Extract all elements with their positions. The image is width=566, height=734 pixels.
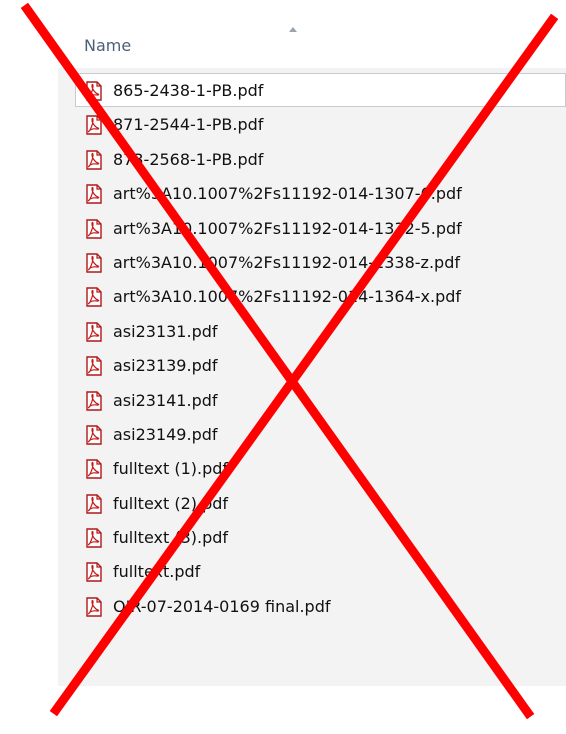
file-row[interactable]: 871-2544-1-PB.pdf — [75, 107, 566, 141]
file-name: fulltext (1).pdf — [113, 459, 229, 479]
file-name: asi23131.pdf — [113, 321, 218, 341]
pdf-icon — [84, 528, 104, 548]
file-rows: 865-2438-1-PB.pdf 871-2544-1-PB.pdf 873-25… — [75, 73, 566, 623]
file-row[interactable]: 865-2438-1-PB.pdf — [75, 73, 566, 108]
file-list-panel: Name 865-2438-1-PB.pdf 871-2544-1-PB.pdf 8… — [58, 0, 566, 686]
file-name: art%3A10.1007%2Fs11192-014-1307-6.pdf — [113, 184, 462, 204]
pdf-icon — [84, 115, 104, 136]
file-name: 873-2568-1-PB.pdf — [113, 149, 264, 169]
file-name: asi23149.pdf — [113, 424, 218, 444]
pdf-icon — [84, 218, 104, 239]
file-name: art%3A10.1007%2Fs11192-014-1364-x.pdf — [113, 287, 462, 307]
file-row[interactable]: asi23139.pdf — [75, 348, 566, 382]
file-name: 865-2438-1-PB.pdf — [113, 81, 264, 100]
file-name: art%3A10.1007%2Fs11192-014-1332-5.pdf — [113, 218, 462, 238]
pdf-icon — [84, 150, 104, 170]
file-name: 871-2544-1-PB.pdf — [113, 115, 264, 135]
sort-ascending-icon[interactable] — [289, 27, 297, 32]
pdf-icon — [84, 287, 104, 308]
file-row[interactable]: art%3A10.1007%2Fs11192-014-1364-x.pdf — [75, 279, 566, 313]
pdf-icon — [84, 425, 104, 445]
file-name: fulltext (2).pdf — [113, 493, 229, 513]
file-name: fulltext.pdf — [113, 562, 201, 582]
file-name: fulltext (3).pdf — [113, 528, 229, 548]
file-name: asi23141.pdf — [113, 390, 218, 410]
file-row[interactable]: art%3A10.1007%2Fs11192-014-1307-6.pdf — [75, 176, 566, 210]
explorer-screenshot: Name 865-2438-1-PB.pdf 871-2544-1-PB.pdf 8… — [0, 0, 566, 734]
file-row[interactable]: OIR-07-2014-0169 final.pdf — [75, 589, 566, 623]
file-row[interactable]: 873-2568-1-PB.pdf — [75, 142, 566, 176]
file-row[interactable]: fulltext (3).pdf — [75, 520, 566, 554]
pdf-icon — [84, 81, 104, 101]
name-column-header[interactable]: Name — [84, 36, 131, 55]
file-row[interactable]: art%3A10.1007%2Fs11192-014-1338-z.pdf — [75, 245, 566, 279]
pdf-icon — [84, 562, 104, 583]
file-row[interactable]: asi23149.pdf — [75, 417, 566, 451]
pdf-icon — [84, 253, 104, 273]
pdf-icon — [84, 184, 104, 204]
file-name: OIR-07-2014-0169 final.pdf — [113, 596, 331, 616]
file-name: art%3A10.1007%2Fs11192-014-1338-z.pdf — [113, 252, 460, 272]
file-row[interactable]: fulltext (1).pdf — [75, 451, 566, 485]
pdf-icon — [84, 493, 104, 514]
column-header: Name — [58, 0, 566, 68]
file-row[interactable]: asi23141.pdf — [75, 383, 566, 417]
pdf-icon — [84, 390, 104, 411]
file-row[interactable]: fulltext.pdf — [75, 554, 566, 588]
pdf-icon — [84, 356, 104, 376]
pdf-icon — [84, 322, 104, 342]
pdf-icon — [84, 459, 104, 479]
file-name: asi23139.pdf — [113, 356, 218, 376]
pdf-icon — [84, 597, 104, 617]
file-row[interactable]: fulltext (2).pdf — [75, 486, 566, 520]
file-row[interactable]: art%3A10.1007%2Fs11192-014-1332-5.pdf — [75, 211, 566, 245]
file-row[interactable]: asi23131.pdf — [75, 314, 566, 348]
